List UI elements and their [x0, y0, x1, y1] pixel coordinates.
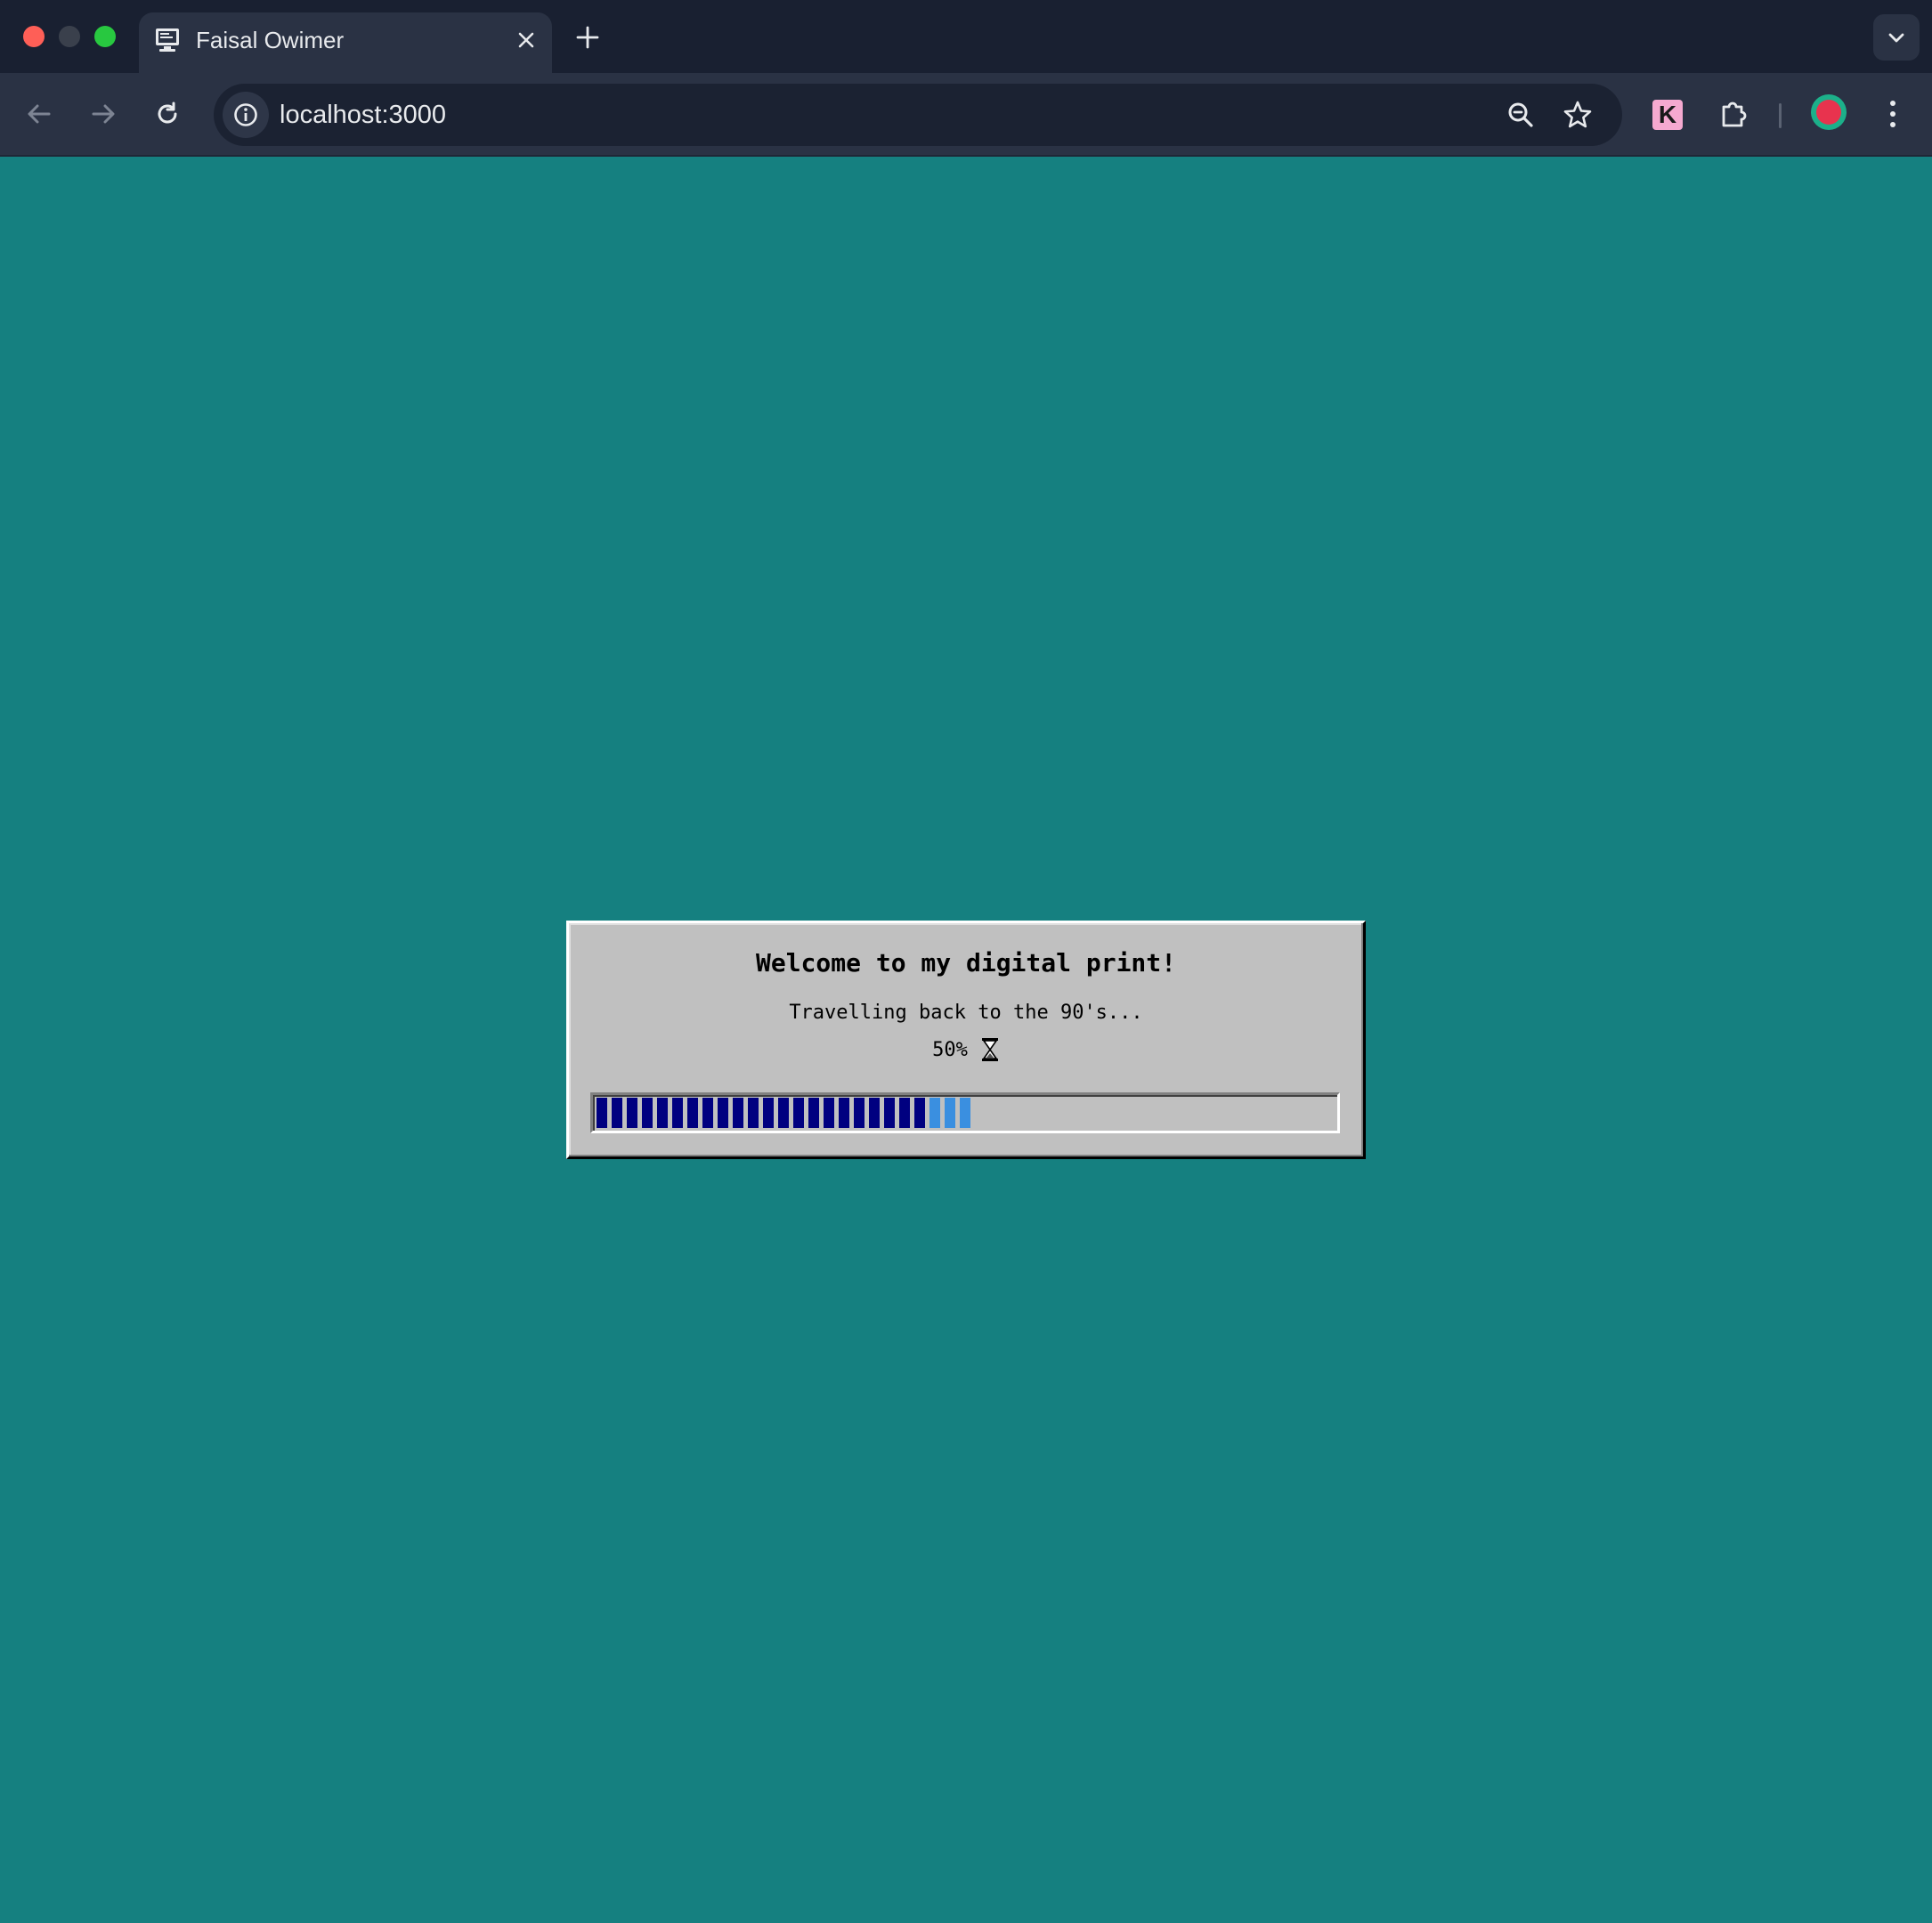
dialog-title: Welcome to my digital print! [755, 948, 1176, 978]
progress-status: 50% [569, 1037, 1363, 1062]
progress-segment [960, 1098, 970, 1128]
plus-icon [576, 26, 599, 49]
toolbar-divider [1779, 103, 1782, 128]
address-bar[interactable]: localhost:3000 [214, 84, 1622, 146]
progress-segment [778, 1098, 789, 1128]
dialog-subtitle: Travelling back to the 90's... [789, 1002, 1143, 1024]
progress-segment [824, 1098, 834, 1128]
progress-percent: 50% [932, 1038, 968, 1061]
progress-segment [914, 1098, 925, 1128]
puzzle-icon [1722, 101, 1747, 127]
progress-segment [642, 1098, 653, 1128]
bookmark-button[interactable] [1556, 93, 1599, 136]
progress-segment [929, 1098, 940, 1128]
progress-segment [884, 1098, 895, 1128]
info-icon [234, 103, 257, 126]
progress-segment [672, 1098, 683, 1128]
progress-segment [687, 1098, 698, 1128]
reload-button[interactable] [146, 93, 189, 135]
zoom-button[interactable] [1499, 93, 1542, 136]
computer-favicon-icon [156, 28, 179, 52]
progress-segment [748, 1098, 759, 1128]
site-info-button[interactable] [223, 92, 269, 138]
hourglass-icon [981, 1038, 998, 1061]
tab-title: Faisal Owimer [196, 27, 345, 53]
progress-segment [839, 1098, 849, 1128]
tab-bar: Faisal Owimer [0, 0, 1932, 73]
tab-search-button[interactable] [1873, 14, 1920, 61]
new-tab-button[interactable] [570, 20, 605, 55]
progress-fill [597, 1098, 970, 1128]
zoom-out-icon [1508, 102, 1533, 127]
back-button[interactable] [18, 93, 61, 135]
avatar [1816, 100, 1841, 125]
progress-segment [945, 1098, 955, 1128]
progress-segment [899, 1098, 910, 1128]
progress-segment [869, 1098, 880, 1128]
arrow-left-icon [28, 104, 51, 124]
progress-segment [597, 1098, 607, 1128]
maximize-window-button[interactable] [94, 26, 116, 47]
browser-menu-button[interactable] [1871, 93, 1914, 135]
progress-segment [763, 1098, 774, 1128]
tab-close-button[interactable] [511, 25, 541, 55]
arrow-right-icon [92, 104, 115, 124]
url-text[interactable]: localhost:3000 [280, 84, 446, 146]
progress-segment [718, 1098, 728, 1128]
progress-segment [627, 1098, 637, 1128]
loading-dialog: Welcome to my digital print! Travelling … [566, 921, 1366, 1159]
progress-segment [854, 1098, 865, 1128]
progress-segment [808, 1098, 819, 1128]
tab-active[interactable]: Faisal Owimer [139, 12, 552, 73]
progress-segment [793, 1098, 804, 1128]
minimize-window-button[interactable] [59, 26, 80, 47]
star-icon [1563, 101, 1592, 128]
progress-segment [657, 1098, 668, 1128]
browser-toolbar: localhost:3000 K [0, 73, 1932, 157]
reload-icon [158, 101, 177, 124]
progress-segment [733, 1098, 743, 1128]
more-vertical-icon [1890, 101, 1895, 127]
forward-button[interactable] [82, 93, 125, 135]
chevron-down-icon [1888, 33, 1904, 43]
k-extension-icon[interactable]: K [1652, 100, 1683, 130]
progress-segment [612, 1098, 622, 1128]
extensions-button[interactable] [1713, 93, 1756, 135]
close-window-button[interactable] [23, 26, 45, 47]
close-icon [518, 32, 534, 48]
progress-segment [702, 1098, 713, 1128]
profile-avatar[interactable] [1811, 94, 1847, 130]
progress-bar [590, 1092, 1340, 1133]
